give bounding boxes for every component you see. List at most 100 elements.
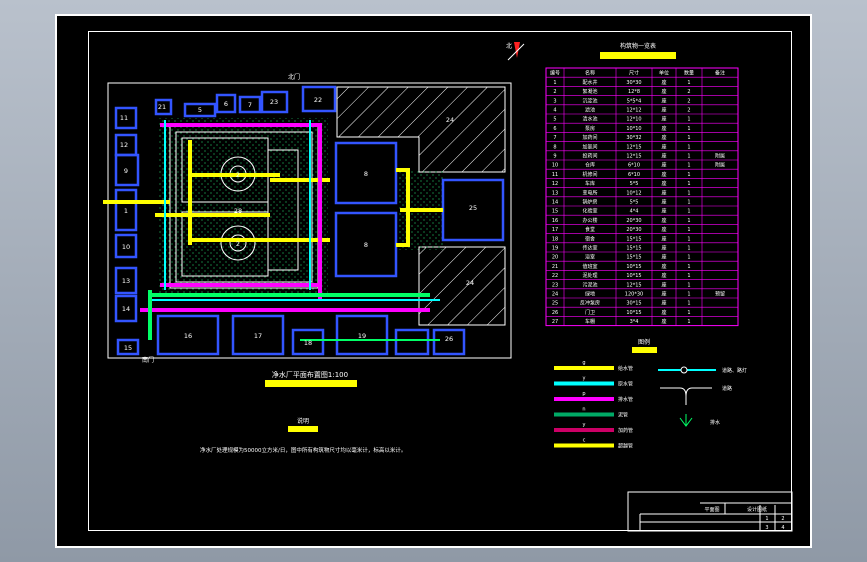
legend-title: 图例: [638, 338, 650, 346]
table-cell: 26: [552, 310, 558, 316]
legend-code: y: [583, 376, 586, 382]
table-cell: 值班室: [582, 263, 597, 270]
table-cell: 20*30: [626, 227, 641, 233]
table-cell: 1: [687, 80, 690, 86]
legend-code: n: [582, 407, 585, 413]
table-cell: 1: [687, 163, 690, 169]
legend-code: p: [582, 391, 585, 397]
table-cell: 30*15: [626, 301, 641, 307]
plan-label: 21: [158, 103, 166, 111]
table-cell: 27: [552, 319, 558, 325]
table-cell: 1: [687, 144, 690, 150]
table-cell: 1: [687, 209, 690, 215]
table-cell: 1: [687, 135, 690, 141]
table-cell: 座: [661, 143, 666, 150]
table-cell: 座: [661, 245, 666, 252]
legend-code: c: [583, 438, 586, 444]
table-cell: 座: [661, 235, 666, 242]
table-cell: 滤池: [585, 107, 595, 114]
table-cell: 17: [552, 227, 558, 233]
plan-label: 24: [446, 116, 454, 124]
table-cell: 2: [687, 89, 690, 95]
table-title-bar: [600, 52, 676, 59]
legend-label: 原水管: [618, 381, 633, 388]
table-cell: 座: [661, 309, 666, 316]
table-cell: 12*15: [626, 282, 641, 288]
plan-label: 14: [122, 305, 130, 313]
plan-label: 13: [122, 277, 130, 285]
plan-label: 18: [304, 339, 312, 347]
plan-label: 2: [236, 240, 240, 248]
table-cell: 变电所: [582, 189, 597, 196]
table-cell: 座: [661, 79, 666, 86]
table-cell: 浴室: [585, 254, 595, 261]
table-cell: 1: [687, 273, 690, 279]
table-cell: 12: [552, 181, 558, 187]
table-cell: 1: [687, 218, 690, 224]
table-cell: 座: [661, 199, 666, 206]
plan-label: 19: [358, 332, 366, 340]
table-cell: 12*10: [626, 117, 641, 123]
table-cell: 2: [553, 89, 556, 95]
table-cell: 宿舍: [585, 235, 595, 242]
table-cell: 11: [552, 172, 558, 178]
table-cell: 座: [661, 272, 666, 279]
table-cell: 座: [661, 153, 666, 160]
table-cell: 15*15: [626, 246, 641, 252]
table-cell: 预留: [715, 291, 725, 298]
table-cell: 10*15: [626, 310, 641, 316]
table-cell: 18: [552, 236, 558, 242]
table-cell: 1: [687, 292, 690, 298]
table-cell: 9: [553, 154, 556, 160]
title-block-label: 平面图: [704, 507, 719, 513]
title-block-cell: 1: [765, 516, 768, 522]
table-cell: 20*30: [626, 218, 641, 224]
table-cell: 6: [553, 126, 556, 132]
table-cell: 座: [661, 125, 666, 132]
legend-code: y: [583, 422, 586, 428]
table-cell: 5: [553, 117, 556, 123]
table-cell: 座: [661, 300, 666, 307]
table-cell: 投药间: [582, 153, 597, 160]
drawing-title: 净水厂平面布置图1:100: [272, 370, 348, 379]
table-cell: 食堂: [585, 226, 595, 233]
plan-label: 16: [184, 332, 192, 340]
table-cell: 绿地: [585, 291, 595, 298]
table-cell: 15: [552, 209, 558, 215]
table-cell: 座: [661, 107, 666, 114]
table-cell: 污泥池: [582, 281, 597, 288]
table-cell: 8: [553, 144, 556, 150]
table-cell: 加药间: [582, 134, 597, 141]
table-cell: 锅炉房: [582, 199, 597, 206]
plan-label: 26: [445, 335, 453, 343]
table-cell: 1: [687, 190, 690, 196]
plan-label: 5: [198, 106, 202, 114]
table-cell: 1: [687, 154, 690, 160]
table-cell: 1: [687, 264, 690, 270]
table-cell: 1: [687, 246, 690, 252]
table-cell: 1: [687, 181, 690, 187]
table-cell: 絮凝池: [582, 88, 597, 95]
drawing-title-bar: [265, 380, 357, 387]
table-cell: 门卫: [585, 309, 595, 316]
table-cell: 25: [552, 301, 558, 307]
table-cell: 5*5: [630, 200, 639, 206]
plan-label: 22: [314, 96, 322, 104]
legend: g 给水管 y 原水管 p 排水管 n 泥管 y 加药管 c 超越管: [554, 360, 633, 450]
table-cell: 3: [553, 98, 556, 104]
table-cell: 1: [553, 80, 556, 86]
plan-label: 15: [124, 344, 132, 352]
table-cell: 仓库: [585, 162, 595, 169]
legend-label: 加药管: [618, 427, 633, 434]
table-cell: 座: [661, 162, 666, 169]
table-cell: 7: [553, 135, 556, 141]
table-cell: 座: [661, 97, 666, 104]
table-cell: 6*10: [628, 172, 640, 178]
table-cell: 12*8: [628, 89, 640, 95]
green-zone: [158, 118, 328, 293]
table-cell: 附属: [715, 153, 725, 160]
table-cell: 10: [552, 163, 558, 169]
plan-label: 8: [364, 170, 368, 178]
table-cell: 沉淀池: [582, 97, 597, 104]
table-header-cell: 备注: [715, 70, 725, 77]
